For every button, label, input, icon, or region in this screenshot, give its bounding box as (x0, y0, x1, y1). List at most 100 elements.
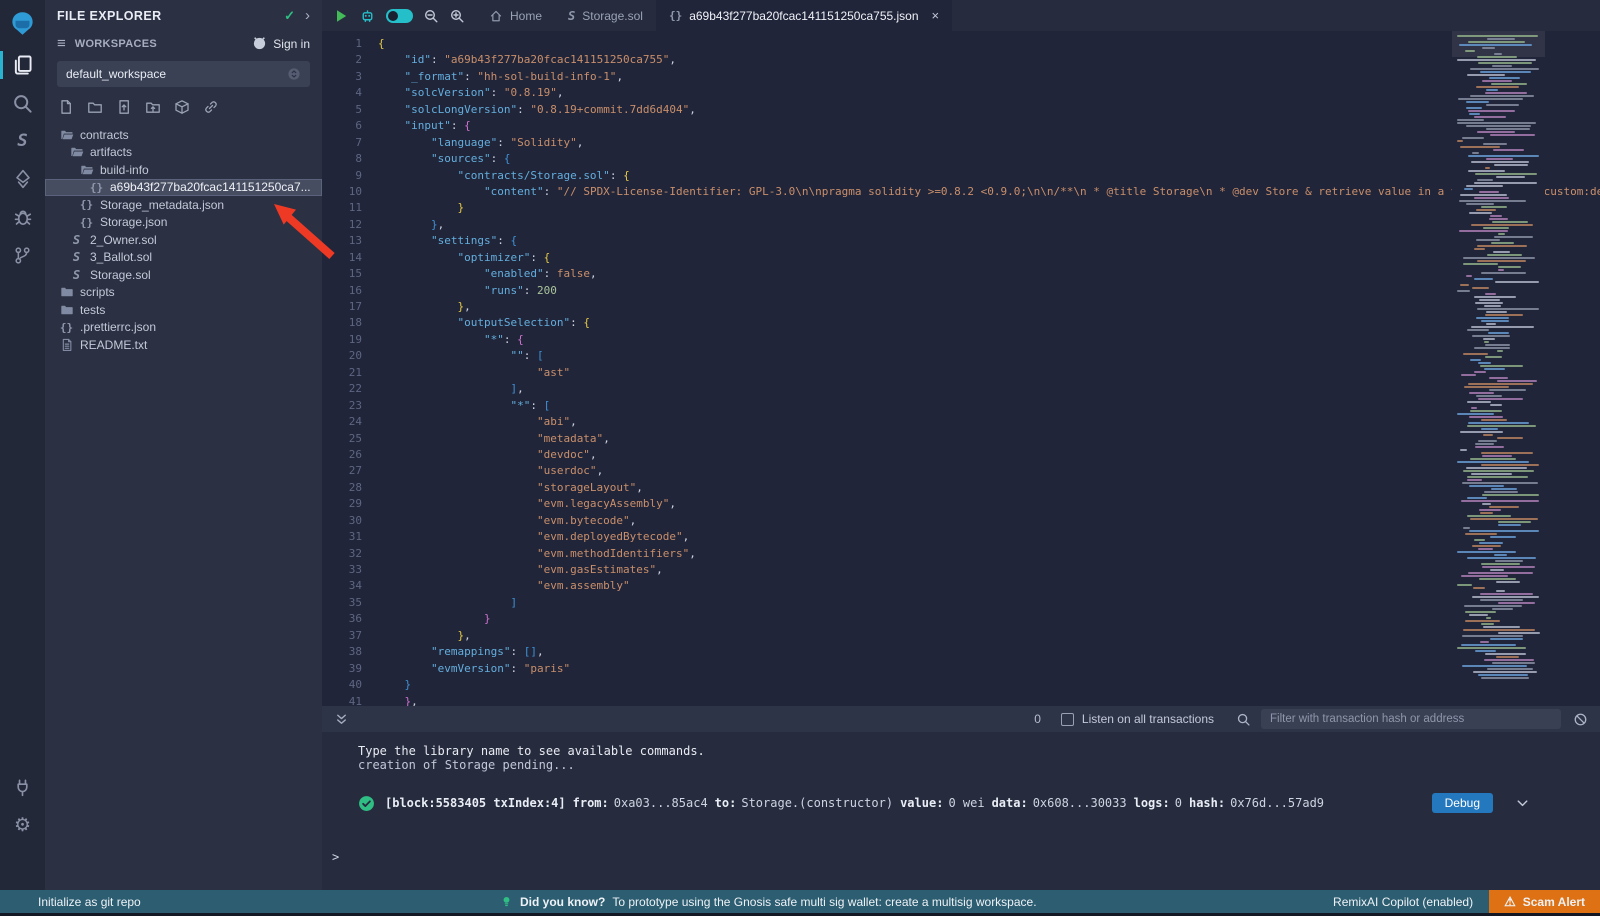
file-tree-item[interactable]: S3_Ballot.sol (45, 249, 322, 267)
ai-copilot-toggle[interactable] (386, 9, 413, 23)
code-line[interactable]: 40 } (322, 677, 1600, 693)
debugger-icon[interactable] (0, 198, 45, 236)
code-line[interactable]: 28 "storageLayout", (322, 480, 1600, 496)
tx-field-label: data: (992, 796, 1028, 810)
code-line[interactable]: 12 }, (322, 217, 1600, 233)
terminal-prompt[interactable]: > (332, 850, 339, 864)
expand-transaction-icon[interactable] (1515, 796, 1530, 811)
file-explorer-icon[interactable] (0, 46, 45, 84)
folder-open-icon (69, 145, 84, 159)
file-tree-item[interactable]: SStorage.sol (45, 266, 322, 284)
file-tree-item[interactable]: build-info (45, 161, 322, 179)
code-line[interactable]: 1{ (322, 36, 1600, 52)
github-sign-in[interactable]: Sign in (252, 36, 310, 51)
code-line[interactable]: 20 "": [ (322, 348, 1600, 364)
code-line[interactable]: 10 "content": "// SPDX-License-Identifie… (322, 184, 1600, 200)
code-line[interactable]: 25 "metadata", (322, 431, 1600, 447)
code-editor[interactable]: 1{2 "id": "a69b43f277ba20fcac141151250ca… (322, 31, 1600, 706)
search-icon[interactable] (0, 84, 45, 122)
scam-alert-button[interactable]: ⚠ Scam Alert (1489, 890, 1600, 913)
file-tree-item[interactable]: README.txt (45, 336, 322, 354)
file-tree-item[interactable]: tests (45, 301, 322, 319)
solidity-compiler-icon[interactable]: S (0, 122, 45, 160)
file-tree-item[interactable]: {}.prettierrc.json (45, 319, 322, 337)
hamburger-menu-icon[interactable]: ≡ (57, 36, 66, 51)
box-icon[interactable] (174, 99, 190, 115)
file-tree-item[interactable]: scripts (45, 284, 322, 302)
transaction-filter-input[interactable] (1261, 709, 1561, 729)
clear-console-icon[interactable] (1573, 712, 1588, 727)
code-line[interactable]: 17 }, (322, 299, 1600, 315)
close-tab-icon[interactable]: × (932, 8, 940, 23)
code-line[interactable]: 35 ] (322, 595, 1600, 611)
code-line[interactable]: 27 "userdoc", (322, 463, 1600, 479)
zoom-in-icon[interactable] (449, 8, 465, 24)
terminal-search-icon[interactable] (1236, 712, 1251, 727)
code-line[interactable]: 41 }, (322, 694, 1600, 707)
code-line[interactable]: 18 "outputSelection": { (322, 315, 1600, 331)
collapse-terminal-icon[interactable] (334, 712, 349, 727)
code-line[interactable]: 4 "solcVersion": "0.8.19", (322, 85, 1600, 101)
code-line[interactable]: 13 "settings": { (322, 233, 1600, 249)
code-line[interactable]: 14 "optimizer": { (322, 250, 1600, 266)
plugin-manager-icon[interactable] (0, 768, 45, 806)
file-tree-item[interactable]: {}Storage_metadata.json (45, 196, 322, 214)
code-line[interactable]: 29 "evm.legacyAssembly", (322, 496, 1600, 512)
run-script-icon[interactable] (333, 8, 349, 24)
init-git-repo-button[interactable]: Initialize as git repo (38, 895, 141, 909)
code-line[interactable]: 37 }, (322, 628, 1600, 644)
code-line[interactable]: 34 "evm.assembly" (322, 578, 1600, 594)
code-line[interactable]: 39 "evmVersion": "paris" (322, 661, 1600, 677)
terminal[interactable]: Type the library name to see available c… (322, 732, 1600, 890)
code-line[interactable]: 36 } (322, 611, 1600, 627)
copilot-status[interactable]: RemixAI Copilot (enabled) (1333, 895, 1473, 909)
file-tree-item[interactable]: artifacts (45, 144, 322, 162)
code-line[interactable]: 5 "solcLongVersion": "0.8.19+commit.7dd6… (322, 102, 1600, 118)
listen-all-transactions-checkbox[interactable] (1061, 713, 1074, 726)
code-line[interactable]: 9 "contracts/Storage.sol": { (322, 168, 1600, 184)
ai-robot-icon[interactable] (359, 7, 376, 24)
file-tree-item[interactable]: {}a69b43f277ba20fcac141151250ca7... (45, 179, 322, 197)
git-icon[interactable] (0, 236, 45, 274)
code-line[interactable]: 16 "runs": 200 (322, 283, 1600, 299)
link-icon[interactable] (203, 99, 219, 115)
code-line[interactable]: 8 "sources": { (322, 151, 1600, 167)
code-line[interactable]: 7 "language": "Solidity", (322, 135, 1600, 151)
new-file-icon[interactable] (58, 99, 74, 115)
upload-file-icon[interactable] (116, 99, 132, 115)
workspace-select[interactable]: default_workspace (57, 61, 310, 87)
file-tree-item[interactable]: contracts (45, 126, 322, 144)
file-tree-item[interactable]: S2_Owner.sol (45, 231, 322, 249)
zoom-out-icon[interactable] (423, 8, 439, 24)
code-line[interactable]: 31 "evm.deployedBytecode", (322, 529, 1600, 545)
upload-folder-icon[interactable] (145, 99, 161, 115)
file-tree-item[interactable]: {}Storage.json (45, 214, 322, 232)
code-line[interactable]: 19 "*": { (322, 332, 1600, 348)
tab-home[interactable]: Home (476, 0, 555, 31)
code-line[interactable]: 38 "remappings": [], (322, 644, 1600, 660)
code-line[interactable]: 2 "id": "a69b43f277ba20fcac141151250ca75… (322, 52, 1600, 68)
code-line[interactable]: 26 "devdoc", (322, 447, 1600, 463)
deploy-and-run-icon[interactable] (0, 160, 45, 198)
new-folder-icon[interactable] (87, 99, 103, 115)
minimap[interactable] (1452, 31, 1545, 706)
code-line[interactable]: 23 "*": [ (322, 398, 1600, 414)
code-line[interactable]: 3 "_format": "hh-sol-build-info-1", (322, 69, 1600, 85)
tab-a69b43f277ba20fcac141151250ca755-json[interactable]: {}a69b43f277ba20fcac141151250ca755.json× (656, 0, 952, 31)
remix-logo-icon[interactable] (0, 0, 45, 46)
code-line[interactable]: 6 "input": { (322, 118, 1600, 134)
code-line[interactable]: 15 "enabled": false, (322, 266, 1600, 282)
code-line[interactable]: 32 "evm.methodIdentifiers", (322, 546, 1600, 562)
tab-storage-sol[interactable]: SStorage.sol (555, 0, 656, 31)
debug-button[interactable]: Debug (1432, 793, 1493, 813)
code-line[interactable]: 33 "evm.gasEstimates", (322, 562, 1600, 578)
code-line[interactable]: 11 } (322, 200, 1600, 216)
code-line[interactable]: 21 "ast" (322, 365, 1600, 381)
code-line[interactable]: 22 ], (322, 381, 1600, 397)
tab-label: Storage.sol (582, 9, 643, 23)
code-line[interactable]: 30 "evm.bytecode", (322, 513, 1600, 529)
transaction-log-row[interactable]: [block:5583405 txIndex:4] from:0xa03...8… (358, 793, 1600, 813)
code-line[interactable]: 24 "abi", (322, 414, 1600, 430)
settings-icon[interactable]: ⚙ (0, 806, 45, 844)
chevron-right-icon[interactable]: › (305, 8, 310, 23)
